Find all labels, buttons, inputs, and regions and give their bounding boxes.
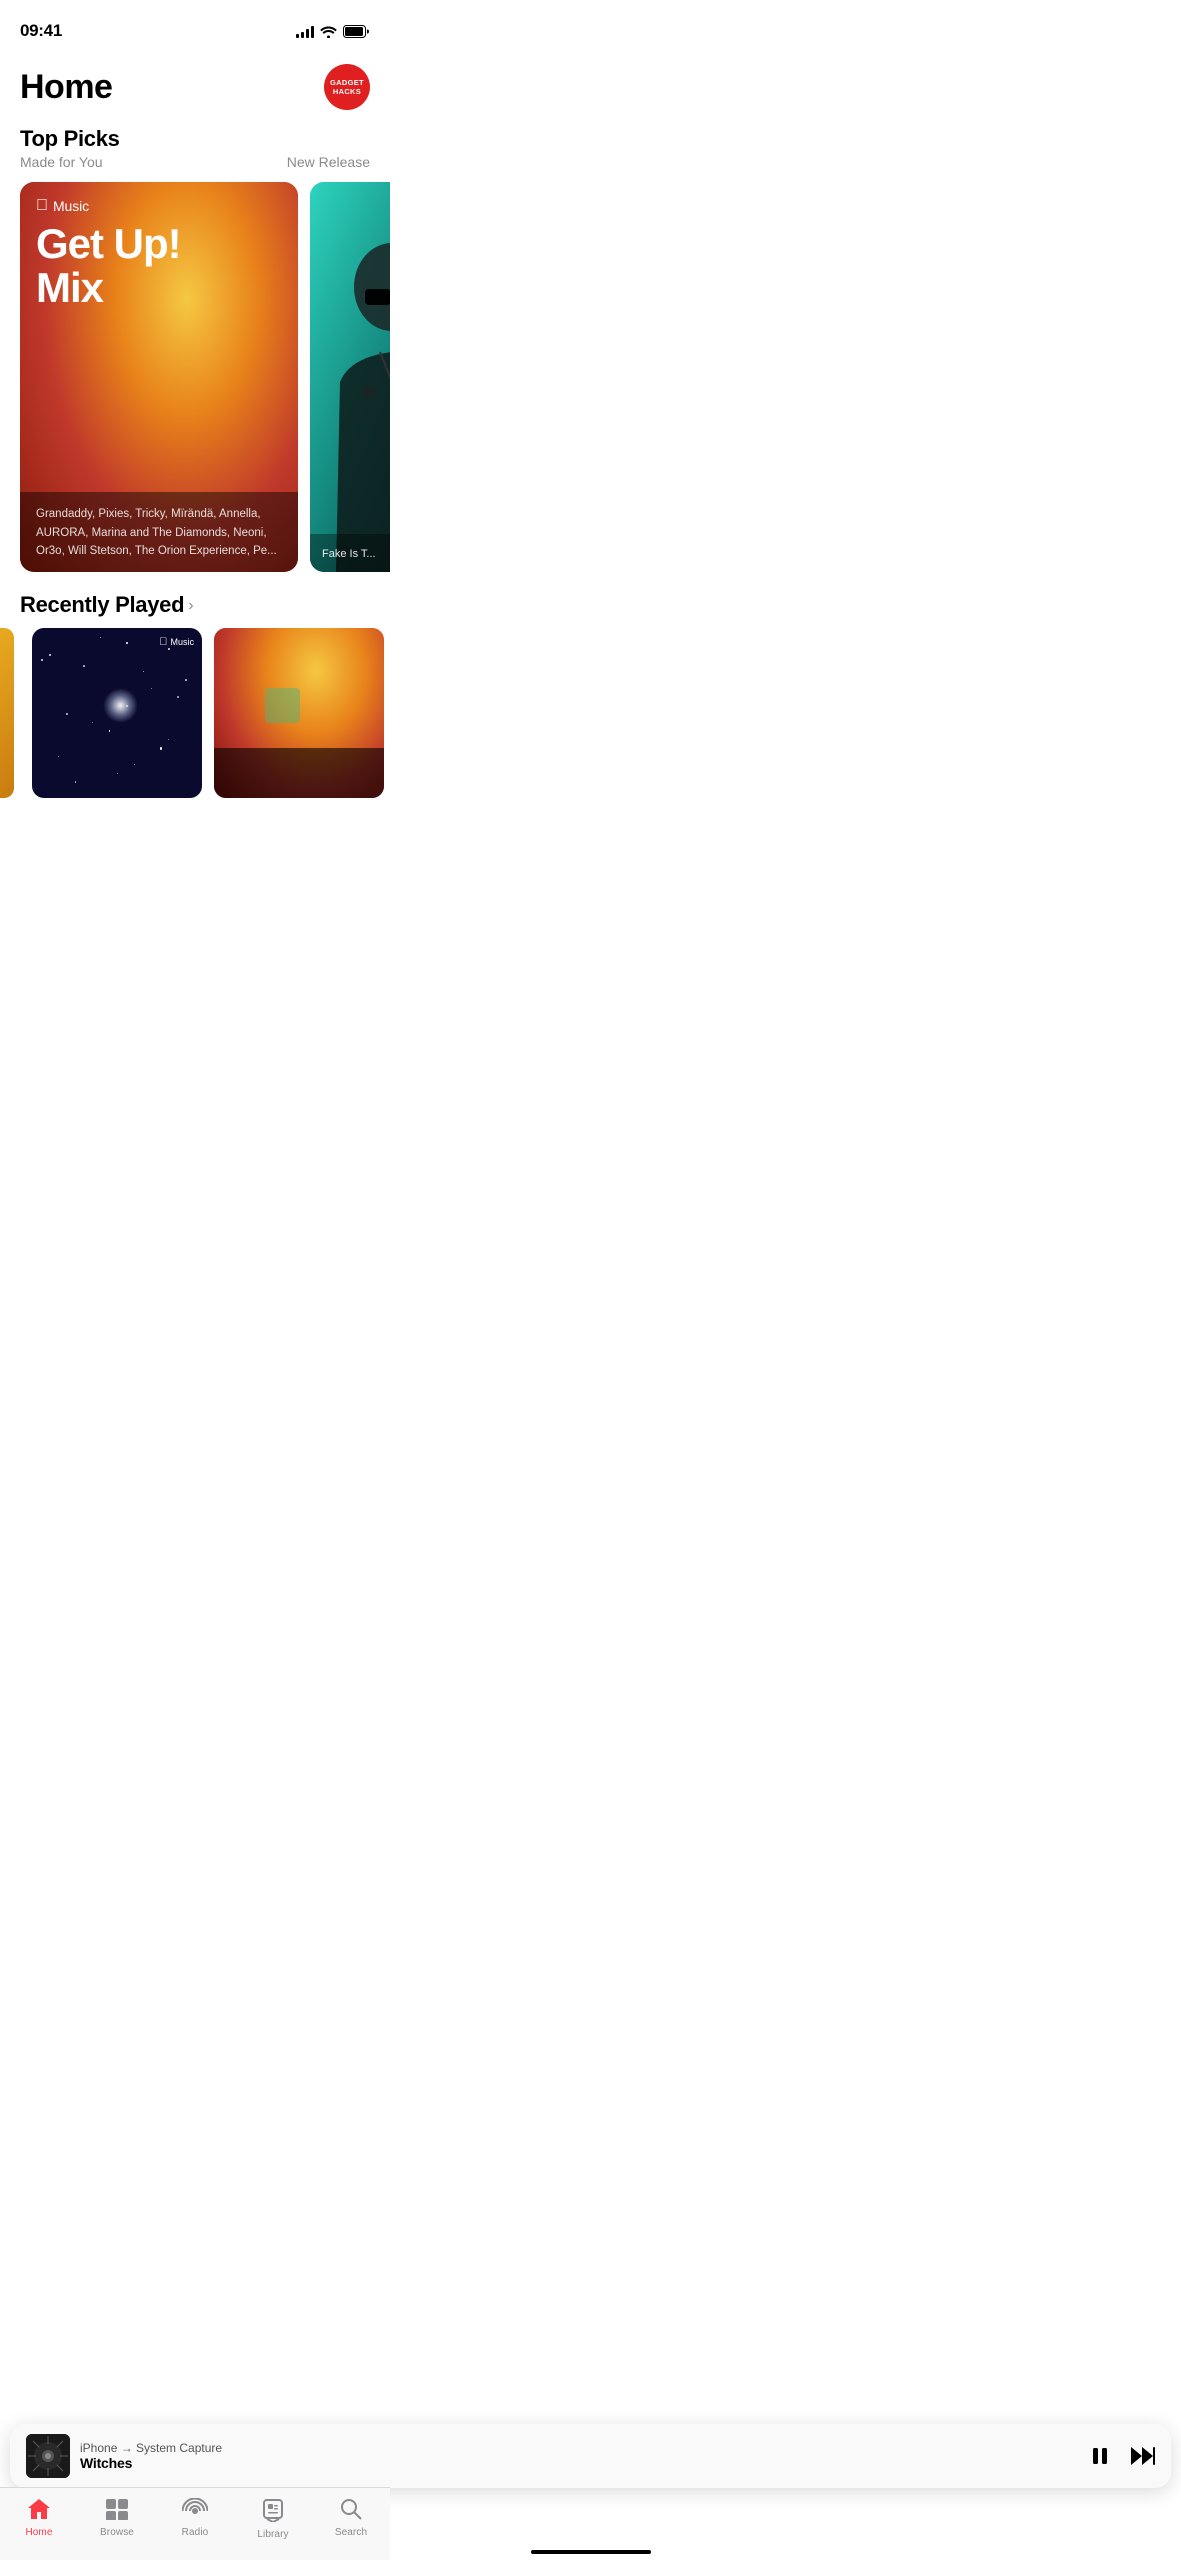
tab-browse[interactable]: Browse xyxy=(87,2498,147,2538)
recently-played-cards:  Music xyxy=(0,628,390,814)
card-title: Get Up! Mix xyxy=(36,222,282,492)
skip-forward-button[interactable] xyxy=(1129,2445,1155,2467)
apple-music-badge-text: Music xyxy=(170,637,194,647)
new-release-card[interactable]: Fake Is T... xyxy=(310,182,390,572)
now-playing-controls xyxy=(1089,2445,1155,2467)
get-up-mix-card[interactable]:  Music Get Up! Mix Grandaddy, Pixies, T… xyxy=(20,182,298,572)
top-picks-subtitle: Made for You New Release xyxy=(20,152,370,170)
wifi-icon xyxy=(320,25,337,38)
tab-radio[interactable]: Radio xyxy=(165,2498,225,2538)
recent-card-partial-left[interactable] xyxy=(0,628,14,798)
browse-icon xyxy=(105,2498,129,2524)
status-bar: 09:41 xyxy=(0,0,390,48)
card-content:  Music Get Up! Mix Grandaddy, Pixies, T… xyxy=(20,182,298,572)
tab-search[interactable]: Search xyxy=(321,2498,381,2538)
green-overlay-square xyxy=(265,688,300,723)
recently-played-title: Recently Played xyxy=(20,592,184,618)
chevron-right-icon: › xyxy=(188,597,193,615)
signal-icon xyxy=(296,24,314,38)
tab-home[interactable]: Home xyxy=(9,2498,69,2538)
status-icons xyxy=(296,24,370,38)
tab-browse-label: Browse xyxy=(100,2527,134,2538)
side-card-label-area: Fake Is T... xyxy=(310,534,390,572)
star-cluster xyxy=(103,688,138,723)
new-release-label: New Release xyxy=(287,154,370,170)
side-card-bg xyxy=(310,182,390,572)
battery-icon xyxy=(343,25,370,38)
person-silhouette xyxy=(310,182,390,572)
radio-icon xyxy=(182,2498,208,2524)
apple-logo-small:  xyxy=(159,636,167,648)
made-for-you-label: Made for You xyxy=(20,154,103,170)
starfield-recent-card[interactable]:  Music xyxy=(32,628,202,798)
orange-recent-card[interactable] xyxy=(214,628,384,798)
top-picks-section-header: Top Picks Made for You New Release xyxy=(0,118,390,172)
card-desc-text: Grandaddy, Pixies, Tricky, Mïrändä, Anne… xyxy=(36,508,277,557)
pause-button[interactable] xyxy=(1089,2445,1111,2467)
home-indicator xyxy=(531,2550,651,2554)
album-art xyxy=(26,2434,70,2478)
status-time: 09:41 xyxy=(20,21,62,41)
top-picks-title: Top Picks xyxy=(20,126,370,152)
now-playing-song: Witches xyxy=(80,2455,1079,2471)
orange-overlay xyxy=(214,748,384,798)
search-icon xyxy=(340,2498,362,2524)
gadget-hacks-badge[interactable]: GADGET HACKS xyxy=(324,64,370,110)
apple-music-logo:  Music xyxy=(36,198,282,214)
tab-radio-label: Radio xyxy=(182,2527,209,2538)
card-description: Grandaddy, Pixies, Tricky, Mïrändä, Anne… xyxy=(20,492,298,572)
apple-music-label: Music xyxy=(53,198,89,214)
tab-search-label: Search xyxy=(335,2527,367,2538)
apple-music-badge:  Music xyxy=(159,636,194,648)
side-card-label: Fake Is T... xyxy=(322,548,376,560)
now-playing-info: iPhone → System Capture Witches xyxy=(80,2441,1079,2471)
now-playing-thumbnail xyxy=(26,2434,70,2478)
page-header: Home GADGET HACKS xyxy=(0,48,390,118)
tab-library-label: Library xyxy=(257,2529,288,2540)
home-icon xyxy=(27,2498,51,2524)
tab-home-label: Home xyxy=(25,2527,52,2538)
now-playing-bar[interactable]: iPhone → System Capture Witches xyxy=(10,2424,1171,2488)
tab-bar: Home Browse Radio xyxy=(0,2487,390,2560)
now-playing-route: iPhone → System Capture xyxy=(80,2441,1079,2455)
library-icon xyxy=(262,2498,284,2526)
top-picks-cards:  Music Get Up! Mix Grandaddy, Pixies, T… xyxy=(0,172,390,588)
recently-played-header[interactable]: Recently Played › xyxy=(0,588,390,628)
tab-library[interactable]: Library xyxy=(243,2498,303,2540)
apple-logo-icon:  xyxy=(36,198,48,214)
page-title: Home xyxy=(20,68,112,107)
